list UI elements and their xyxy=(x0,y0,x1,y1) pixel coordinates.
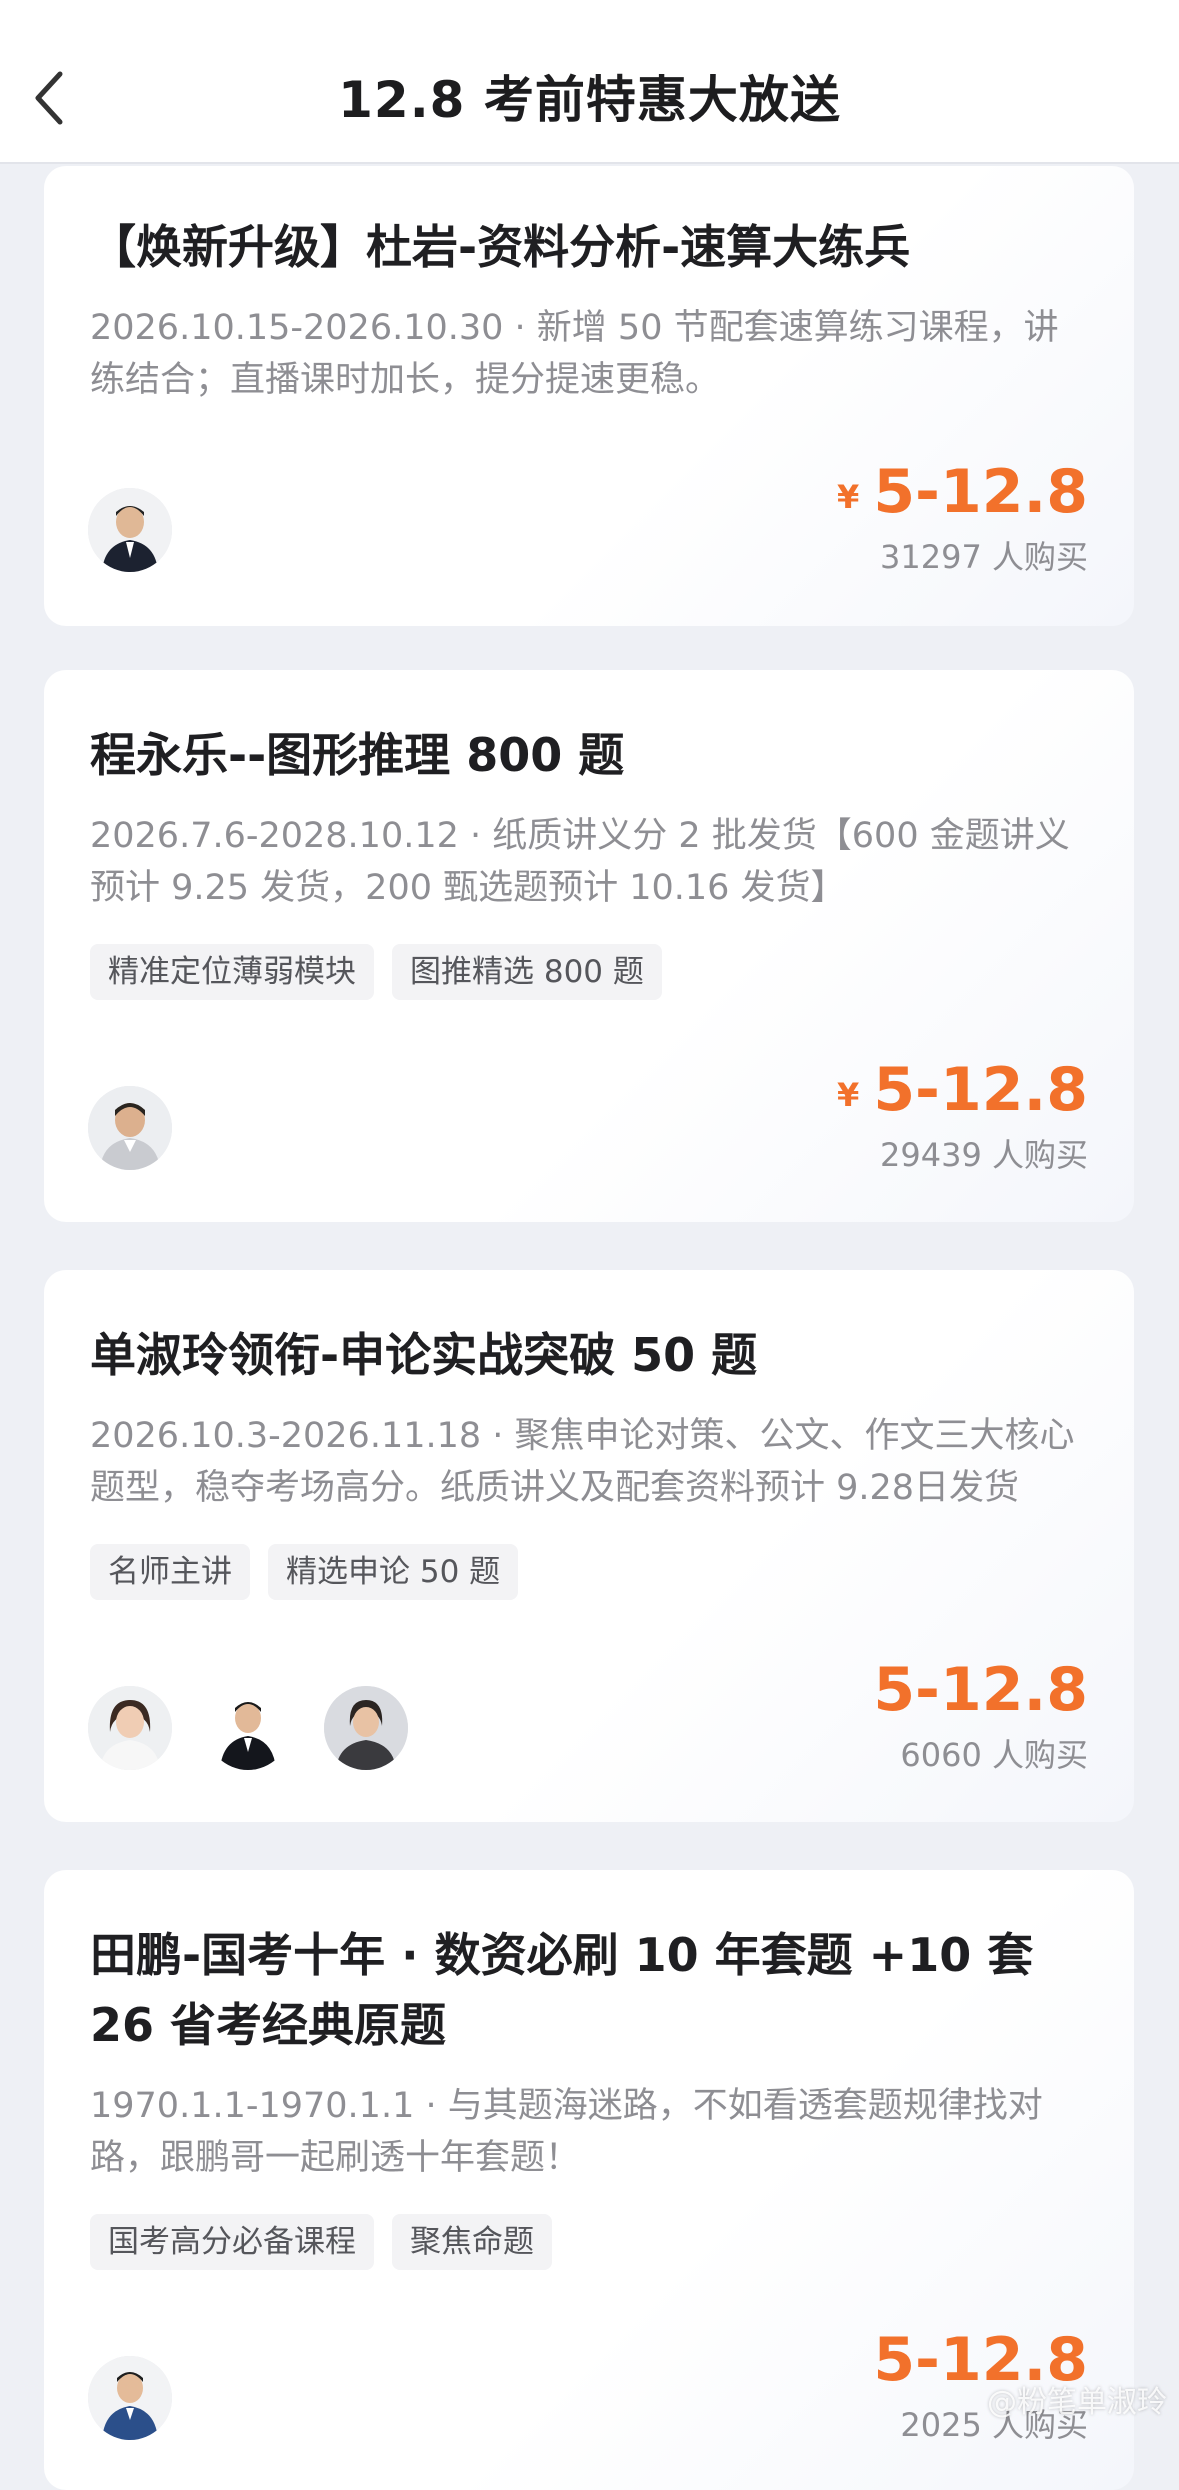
teacher-avatar xyxy=(88,1086,172,1170)
buyer-count: 6060 人购买 xyxy=(900,1730,1088,1776)
course-card[interactable]: 单淑玲领衔-申论实战突破 50 题 2026.10.3-2026.11.18 ·… xyxy=(44,1270,1134,1822)
currency-symbol: ¥ xyxy=(837,1076,859,1114)
price-value: 5-12.8 xyxy=(873,1655,1088,1725)
teacher-avatar xyxy=(324,1686,408,1770)
buyer-count: 31297 人购买 xyxy=(880,532,1088,578)
course-card[interactable]: 【焕新升级】杜岩-资料分析-速算大练兵 2026.10.15-2026.10.3… xyxy=(44,166,1134,626)
teacher-avatar xyxy=(206,1686,290,1770)
course-card[interactable]: 程永乐--图形推理 800 题 2026.7.6-2028.10.12 · 纸质… xyxy=(44,670,1134,1222)
price-value: 5-12.8 xyxy=(873,1055,1088,1125)
course-title: 【焕新升级】杜岩-资料分析-速算大练兵 xyxy=(90,212,1088,282)
course-tag: 精准定位薄弱模块 xyxy=(90,944,374,1000)
page-title: 12.8 考前特惠大放送 xyxy=(0,60,1179,132)
teacher-avatars xyxy=(88,2356,172,2440)
teacher-avatars xyxy=(88,1086,172,1170)
course-title: 单淑玲领衔-申论实战突破 50 题 xyxy=(90,1320,1088,1390)
course-tag: 图推精选 800 题 xyxy=(392,944,662,1000)
course-price: 5-12.8 xyxy=(873,1660,1088,1720)
course-tags: 国考高分必备课程 聚焦命题 xyxy=(90,2214,552,2270)
course-title: 程永乐--图形推理 800 题 xyxy=(90,720,1088,790)
course-tag: 精选申论 50 题 xyxy=(268,1544,518,1600)
course-description: 2026.10.15-2026.10.30 · 新增 50 节配套速算练习课程，… xyxy=(90,302,1078,406)
teacher-avatar xyxy=(88,2356,172,2440)
teacher-avatars xyxy=(88,1686,408,1770)
course-card[interactable]: 田鹏-国考十年 · 数资必刷 10 年套题 +10 套 26 省考经典原题 19… xyxy=(44,1870,1134,2490)
teacher-avatar xyxy=(88,1686,172,1770)
course-price: ¥5-12.8 xyxy=(837,1060,1088,1125)
course-title: 田鹏-国考十年 · 数资必刷 10 年套题 +10 套 26 省考经典原题 xyxy=(90,1920,1088,2060)
buyer-count: 29439 人购买 xyxy=(880,1130,1088,1176)
course-description: 1970.1.1-1970.1.1 · 与其题海迷路，不如看透套题规律找对路，跟… xyxy=(90,2080,1078,2184)
course-description: 2026.7.6-2028.10.12 · 纸质讲义分 2 批发货【600 金题… xyxy=(90,810,1078,914)
course-tag: 国考高分必备课程 xyxy=(90,2214,374,2270)
course-tag: 聚焦命题 xyxy=(392,2214,552,2270)
teacher-avatars xyxy=(88,488,172,572)
top-nav-bar: 12.8 考前特惠大放送 xyxy=(0,0,1179,164)
course-description: 2026.10.3-2026.11.18 · 聚焦申论对策、公文、作文三大核心题… xyxy=(90,1410,1078,1514)
currency-symbol: ¥ xyxy=(837,478,859,516)
course-tags: 名师主讲 精选申论 50 题 xyxy=(90,1544,518,1600)
price-value: 5-12.8 xyxy=(873,457,1088,527)
course-price: ¥5-12.8 xyxy=(837,462,1088,527)
teacher-avatar xyxy=(88,488,172,572)
course-tag: 名师主讲 xyxy=(90,1544,250,1600)
watermark: @粉笔单淑玲 xyxy=(987,2377,1167,2421)
course-tags: 精准定位薄弱模块 图推精选 800 题 xyxy=(90,944,662,1000)
